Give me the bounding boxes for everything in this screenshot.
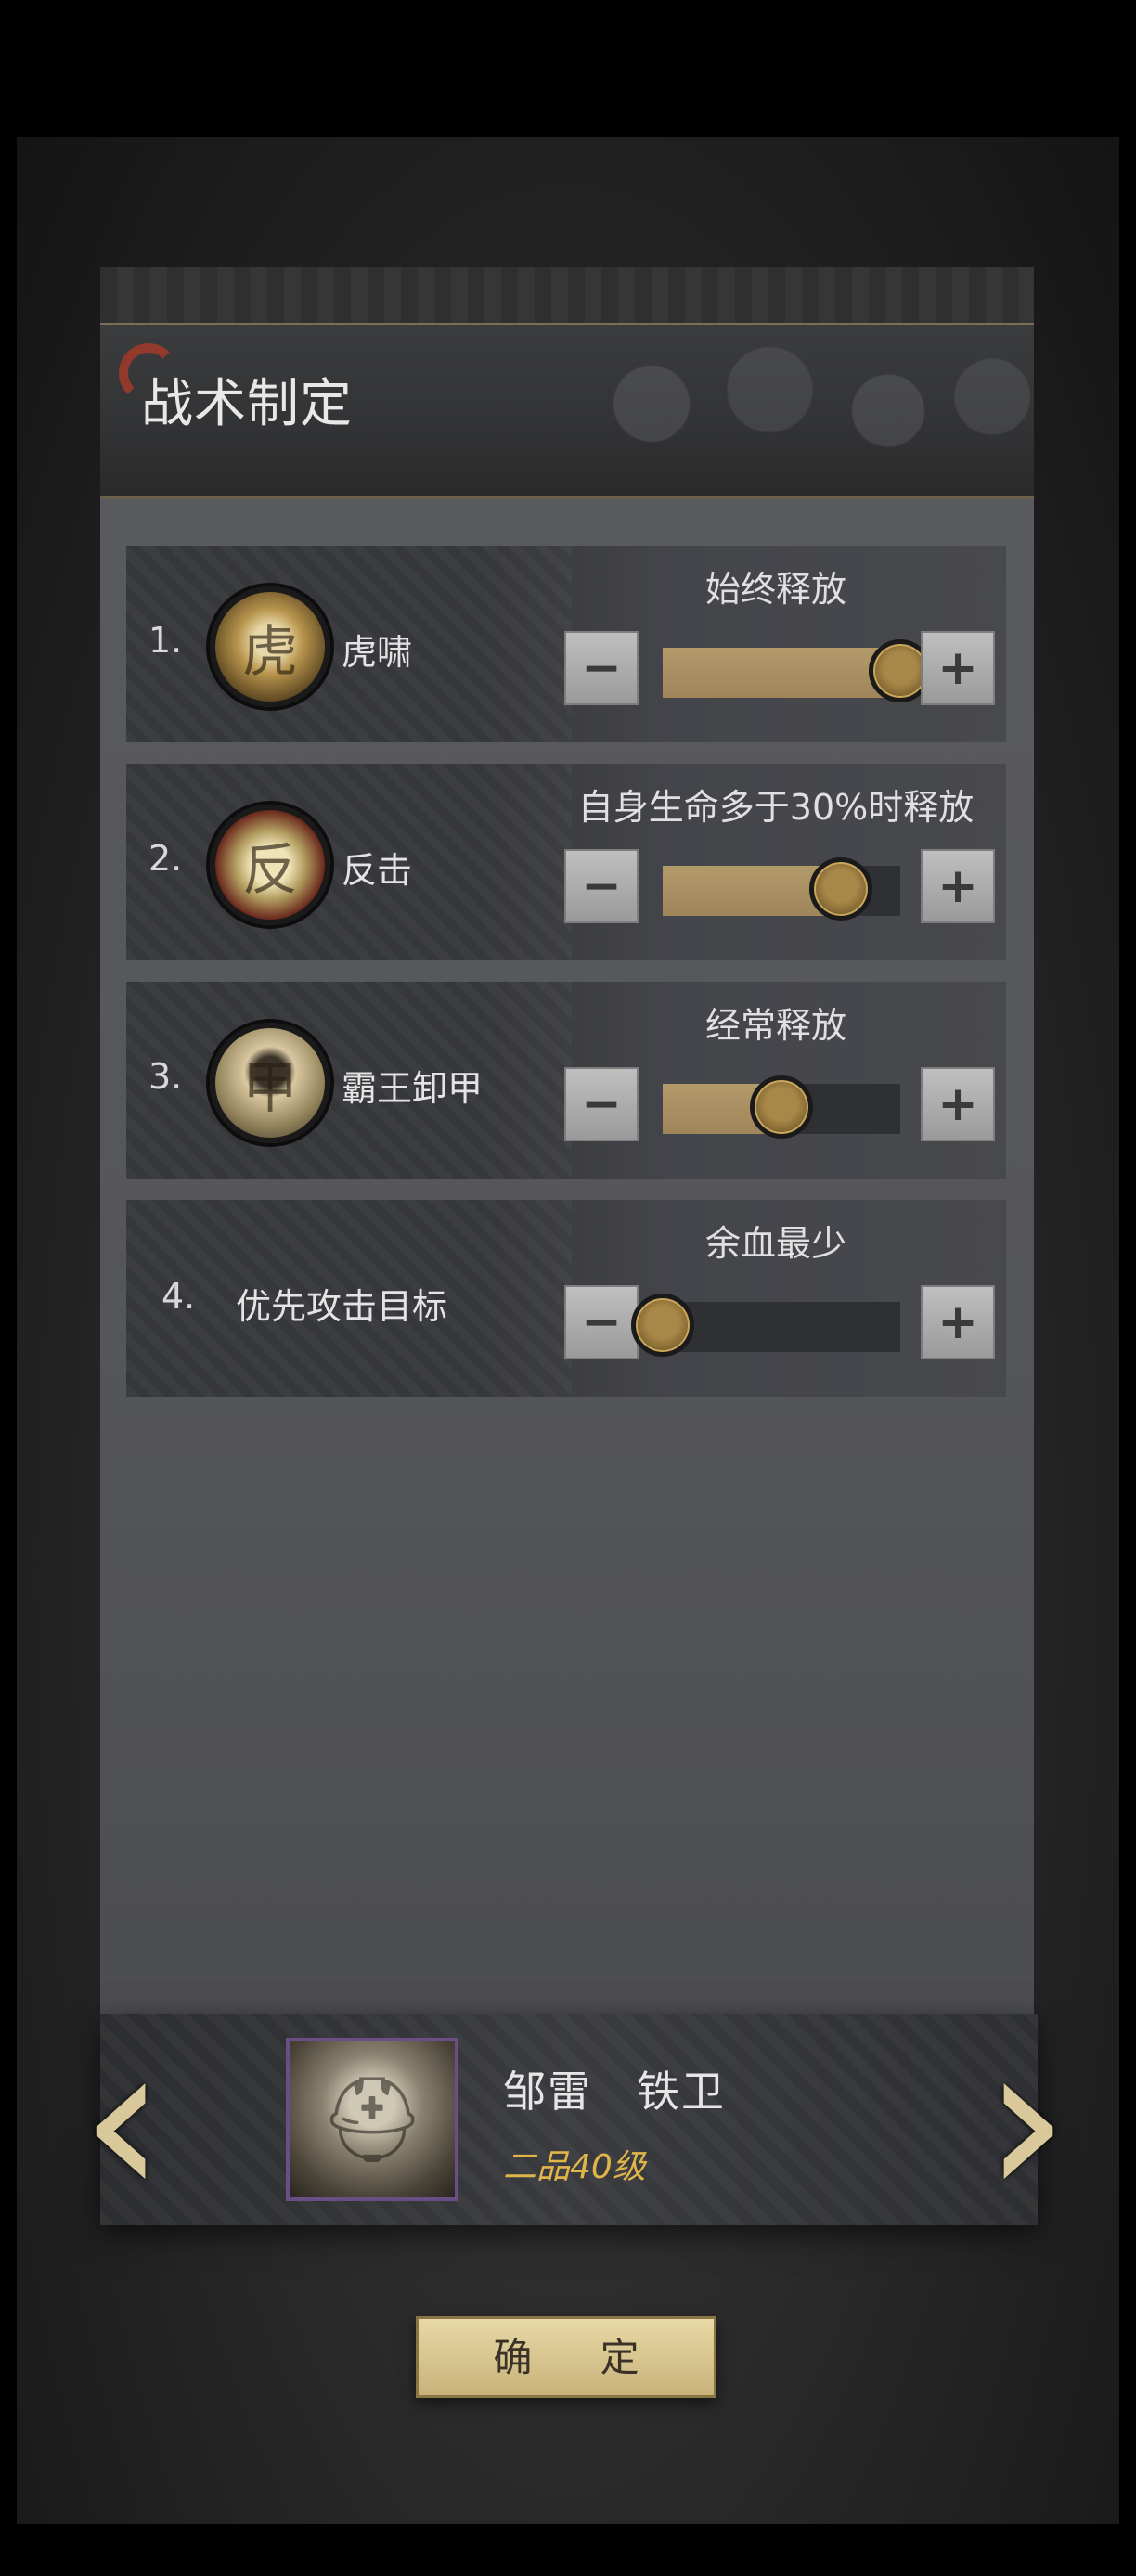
slider-knob[interactable] bbox=[631, 1294, 694, 1357]
tiger-roar-icon: 虎 bbox=[210, 586, 330, 707]
increase-button[interactable]: + bbox=[921, 1067, 995, 1141]
tactic-status: 自身生命多于30%时释放 bbox=[577, 787, 975, 828]
tactic-row-4: 4. 优先攻击目标 余血最少 − + bbox=[126, 1200, 1006, 1397]
tactic-number: 1. bbox=[148, 620, 183, 661]
tactic-name: 反击 bbox=[342, 850, 413, 891]
tactic-number: 4. bbox=[161, 1276, 196, 1317]
decrease-button[interactable]: − bbox=[564, 631, 639, 705]
tactic-row-3: 3. 甲 霸王卸甲 经常释放 − + bbox=[126, 982, 1006, 1179]
counter-attack-icon: 反 bbox=[210, 805, 330, 925]
frequency-slider[interactable] bbox=[663, 857, 900, 921]
decrease-button[interactable]: − bbox=[564, 1285, 639, 1359]
tactic-name: 优先攻击目标 bbox=[236, 1286, 448, 1327]
character-name: 邹雷 铁卫 bbox=[503, 2067, 726, 2117]
tactic-number: 3. bbox=[148, 1056, 183, 1097]
increase-button[interactable]: + bbox=[921, 1285, 995, 1359]
tactic-status: 余血最少 bbox=[704, 1223, 846, 1264]
character-selector-bar bbox=[100, 2014, 1038, 2225]
character-portrait[interactable]: ⛑ bbox=[286, 2038, 458, 2201]
tactic-name: 霸王卸甲 bbox=[342, 1068, 484, 1109]
character-rank: 二品40级 bbox=[503, 2148, 646, 2186]
tactic-number: 2. bbox=[148, 838, 183, 879]
increase-button[interactable]: + bbox=[921, 849, 995, 923]
header-ornament-strip bbox=[100, 267, 1034, 325]
next-character-arrow-icon[interactable]: › bbox=[984, 2010, 1069, 2242]
increase-button[interactable]: + bbox=[921, 631, 995, 705]
tactic-row-1: 1. 虎 虎啸 始终释放 − + bbox=[126, 546, 1006, 742]
decrease-button[interactable]: − bbox=[564, 849, 639, 923]
tactic-status: 经常释放 bbox=[704, 1005, 846, 1046]
decrease-button[interactable]: − bbox=[564, 1067, 639, 1141]
confirm-button[interactable]: 确 定 bbox=[416, 2316, 716, 2398]
cloud-pattern-decoration bbox=[557, 334, 1030, 473]
previous-character-arrow-icon[interactable]: ‹ bbox=[80, 2010, 165, 2242]
frequency-slider[interactable] bbox=[663, 1075, 900, 1139]
tactic-status: 始终释放 bbox=[704, 569, 846, 610]
slider-knob[interactable] bbox=[809, 857, 872, 921]
overlord-armor-icon: 甲 bbox=[210, 1023, 330, 1143]
slider-fill bbox=[663, 648, 900, 698]
frequency-slider[interactable] bbox=[663, 639, 932, 702]
tactic-name: 虎啸 bbox=[342, 632, 413, 673]
slider-knob[interactable] bbox=[750, 1075, 813, 1139]
page-title: 战术制定 bbox=[141, 374, 353, 434]
target-priority-slider[interactable] bbox=[631, 1294, 900, 1357]
helmet-icon: ⛑ bbox=[318, 2070, 426, 2169]
tactic-row-2: 2. 反 反击 自身生命多于30%时释放 − + bbox=[126, 764, 1006, 960]
